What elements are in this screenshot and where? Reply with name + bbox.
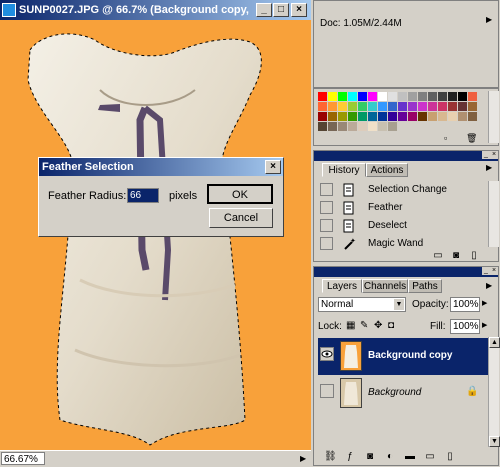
layer-mask-icon[interactable]: ◙ [364,451,376,463]
history-source-checkbox[interactable] [320,183,333,196]
document-window: SUNP0027.JPG @ 66.7% (Background copy, R… [0,0,311,467]
info-palette: Doc: 1.05M/2.44M ▶ [313,0,499,88]
history-close-icon[interactable]: × [490,151,498,159]
blend-mode-select[interactable]: Normal ▼ [318,297,406,312]
layer-name: Background copy [368,350,453,361]
new-layer-icon[interactable]: ▭ [424,451,436,463]
doc-size-text: Doc: 1.05M/2.44M [320,18,402,29]
layer-thumbnail [340,341,362,371]
history-palette-titlebar[interactable] [314,151,498,161]
document-title: SUNP0027.JPG @ 66.7% (Background copy, R… [19,4,249,16]
delete-swatch-icon[interactable]: 🗑 [466,133,477,144]
dialog-close-button[interactable]: × [265,160,281,174]
document-title-bar[interactable]: SUNP0027.JPG @ 66.7% (Background copy, R… [0,0,311,20]
history-source-checkbox[interactable] [320,237,333,250]
document-icon [342,219,356,233]
scroll-down-icon[interactable]: ▼ [489,436,500,447]
eye-icon[interactable] [320,384,334,398]
pixels-unit-label: pixels [169,190,198,202]
history-item[interactable]: Deselect [318,217,492,235]
layers-menu-icon[interactable]: ▶ [486,281,492,290]
status-arrow-icon[interactable]: ▶ [300,454,306,463]
swatches-palette: ▫ 🗑 [313,88,499,146]
history-item-label: Selection Change [368,184,447,195]
feather-radius-label: Feather Radius: [48,190,127,202]
status-bar: 66.67% ▶ [0,450,311,467]
layers-scrollbar[interactable]: ▲ ▼ [488,337,500,447]
close-button[interactable]: × [291,3,307,17]
dialog-title: Feather Selection [42,161,134,173]
history-menu-icon[interactable]: ▶ [486,163,492,172]
minimize-button[interactable]: _ [256,3,272,17]
scroll-up-icon[interactable]: ▲ [489,337,500,348]
feather-radius-input[interactable]: 66 [127,188,159,203]
history-minimize-icon[interactable]: _ [482,151,490,159]
new-group-icon[interactable]: ▬ [404,451,416,463]
history-item-label: Deselect [368,220,407,231]
layer-row-background[interactable]: Background 🔒 [318,375,492,412]
tab-paths[interactable]: Paths [408,279,442,293]
history-item-label: Magic Wand [368,238,424,249]
opacity-arrow-icon[interactable]: ▶ [482,299,487,307]
lock-brush-icon[interactable]: ✎ [360,320,368,331]
feather-selection-dialog: Feather Selection × Feather Radius: 66 p… [38,157,284,237]
fill-arrow-icon[interactable]: ▶ [482,321,487,329]
lock-icon: 🔒 [466,386,479,397]
lock-label: Lock: [318,321,342,332]
lock-move-icon[interactable]: ✥ [374,320,382,331]
palettes-panel: Doc: 1.05M/2.44M ▶ ▫ 🗑 _ × History Actio… [311,0,500,466]
history-source-checkbox[interactable] [320,201,333,214]
history-button-bar: ▭ ◙ ▯ [318,250,488,261]
maximize-button[interactable]: □ [273,3,289,17]
layers-close-icon[interactable]: × [490,267,498,275]
opacity-label: Opacity: [412,299,449,310]
tab-layers[interactable]: Layers [322,279,362,293]
layers-button-bar: ⛓ ƒ ◙ ◐ ▬ ▭ ▯ [318,451,488,463]
history-scrollbar[interactable] [488,181,499,247]
chevron-down-icon: ▼ [394,299,404,310]
history-source-checkbox[interactable] [320,219,333,232]
camera-icon[interactable]: ◙ [450,250,462,262]
trash-icon[interactable]: ▯ [468,250,480,262]
layers-minimize-icon[interactable]: _ [482,267,490,275]
magic-wand-icon: ✦ [342,237,356,251]
document-icon [342,183,356,197]
layers-palette-titlebar[interactable] [314,267,498,277]
tab-actions[interactable]: Actions [366,163,408,177]
layer-row-background-copy[interactable]: Background copy [318,338,492,375]
layer-style-icon[interactable]: ƒ [344,451,356,463]
layer-name: Background [368,387,422,398]
info-arrow-icon[interactable]: ▶ [486,15,492,24]
delete-layer-icon[interactable]: ▯ [444,451,456,463]
new-document-icon[interactable]: ▭ [432,250,444,262]
lock-transparent-icon[interactable]: ▦ [346,320,355,331]
history-item-label: Feather [368,202,403,213]
document-icon [342,201,356,215]
dialog-title-bar[interactable]: Feather Selection × [39,158,283,176]
fill-field[interactable]: 100% [450,319,480,334]
opacity-field[interactable]: 100% [450,297,480,312]
cancel-button[interactable]: Cancel [209,208,273,228]
history-item[interactable]: Selection Change [318,181,492,199]
lock-all-icon[interactable]: ◘ [388,320,394,331]
tab-channels[interactable]: Channels [362,279,408,293]
ok-button[interactable]: OK [207,184,273,204]
link-icon[interactable]: ⛓ [324,451,337,463]
layers-palette: _ × Layers Channels Paths ▶ Normal ▼ Opa… [313,266,500,466]
swatches-scrollbar[interactable] [488,91,499,143]
tab-history[interactable]: History [322,163,366,177]
blend-mode-value: Normal [321,299,354,310]
zoom-field[interactable]: 66.67% [1,452,45,465]
svg-text:✦: ✦ [350,237,356,245]
photoshop-document-icon [2,3,16,17]
eye-icon[interactable] [320,347,334,361]
swatch-grid[interactable] [318,92,478,132]
adjustment-layer-icon[interactable]: ◐ [384,451,396,463]
history-palette: _ × History Actions ▶ Selection Change F… [313,150,499,262]
layer-thumbnail [340,378,362,408]
history-item[interactable]: Feather [318,199,492,217]
new-swatch-icon[interactable]: ▫ [444,133,447,143]
fill-label: Fill: [430,321,446,332]
